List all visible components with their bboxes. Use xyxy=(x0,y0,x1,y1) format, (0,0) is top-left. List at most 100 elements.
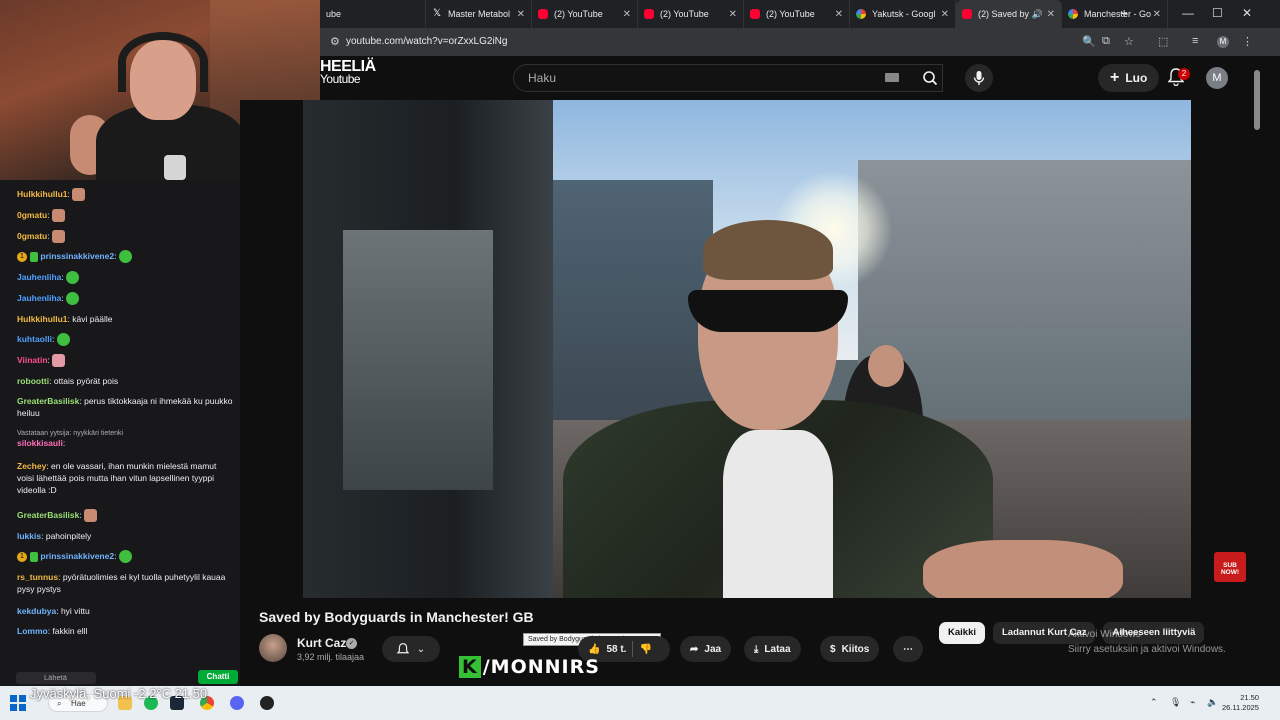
speaker-icon[interactable]: 🔊 xyxy=(1032,9,1043,20)
chat-username[interactable]: Jauhenliha xyxy=(17,272,61,282)
taskbar-clock[interactable]: 21.50 26.11.2025 xyxy=(1222,693,1259,713)
more-actions-button[interactable]: ⋯ xyxy=(893,636,923,662)
maximize-button[interactable]: ☐ xyxy=(1212,6,1223,20)
browser-tab[interactable]: (2) YouTube ✕ xyxy=(638,0,744,28)
chat-username[interactable]: prinssinakkivene2 xyxy=(40,551,114,561)
chat-username[interactable]: Hulkkihullu1 xyxy=(17,314,68,324)
browser-tab[interactable]: Yakutsk - Googl ✕ xyxy=(850,0,956,28)
activation-line1: Aktivoi Windows xyxy=(1068,629,1141,640)
create-button[interactable]: + Luo xyxy=(1098,64,1160,92)
keyboard-icon[interactable] xyxy=(885,73,899,82)
discord-icon[interactable] xyxy=(230,696,244,710)
youtube-icon xyxy=(750,9,760,19)
chat-username[interactable]: robootti xyxy=(17,376,49,386)
chat-message: 1 prinssinakkivene2: xyxy=(17,250,235,264)
site-info-icon[interactable]: ⚙ xyxy=(330,35,340,48)
gift-badge-icon xyxy=(30,551,38,562)
tray-chevron-icon[interactable]: ⌃ xyxy=(1150,697,1158,708)
bookmark-star-icon[interactable]: ☆ xyxy=(1124,35,1134,48)
search-input[interactable] xyxy=(514,65,942,91)
share-button[interactable]: ➦ Jaa xyxy=(680,636,732,662)
channel-avatar[interactable] xyxy=(259,634,287,662)
webcam-cup xyxy=(164,155,186,180)
chat-username[interactable]: Hulkkihullu1 xyxy=(17,189,68,199)
youtube-icon xyxy=(538,9,548,19)
video-shop-window xyxy=(343,230,493,490)
chat-username[interactable]: silokkisauli xyxy=(17,438,63,448)
chat-username[interactable]: lukkis xyxy=(17,531,41,541)
clock-time: 21.50 xyxy=(1240,693,1259,702)
close-icon[interactable]: ✕ xyxy=(835,9,843,20)
page-scrollbar[interactable] xyxy=(1252,56,1262,686)
chat-username[interactable]: rs_tunnus xyxy=(17,572,58,582)
browser-tab[interactable]: Manchester - Go ✕ xyxy=(1062,0,1168,28)
chat-username[interactable]: 0gmatu xyxy=(17,231,47,241)
chat-username[interactable]: Jauhenliha xyxy=(17,293,61,303)
thumbs-down-icon[interactable]: 👎 xyxy=(639,644,651,655)
like-count[interactable]: 58 t. xyxy=(606,644,626,655)
close-icon[interactable]: ✕ xyxy=(623,9,631,20)
minimize-button[interactable]: — xyxy=(1182,6,1194,20)
zoom-icon[interactable]: 🔍 xyxy=(1082,35,1096,48)
url-field[interactable]: youtube.com/watch?v=orZxxLG2iNg xyxy=(346,36,507,47)
chat-send-button[interactable]: Chatti xyxy=(198,670,238,684)
tab-title: (2) YouTube xyxy=(766,9,815,19)
download-button[interactable]: ⤓ Lataa xyxy=(744,636,801,662)
channel-name[interactable]: Kurt Caz xyxy=(297,636,346,650)
chat-username[interactable]: 0gmatu xyxy=(17,210,47,220)
chat-message: lukkis: pahoinpitely xyxy=(17,530,235,542)
chat-input[interactable]: Lähetä xyxy=(16,672,96,684)
browser-tab-active[interactable]: (2) Saved by 🔊 ✕ xyxy=(956,0,1062,28)
install-icon[interactable]: ⧉ xyxy=(1102,35,1110,48)
close-icon[interactable]: ✕ xyxy=(1047,9,1055,20)
chat-message: rs_tunnus: pyörätuolimies ei kyl tuolla … xyxy=(17,571,235,595)
chip-all[interactable]: Kaikki xyxy=(939,622,985,644)
chat-username[interactable]: GreaterBasilisk xyxy=(17,510,79,520)
new-tab-button[interactable]: + xyxy=(1120,5,1128,21)
chat-username[interactable]: Zechey xyxy=(17,461,46,471)
chat-message: kuhtaolli: xyxy=(17,333,235,347)
chat-username[interactable]: kekdubya xyxy=(17,606,56,616)
sub-badge-icon: 1 xyxy=(17,251,27,262)
chat-message: GreaterBasilisk: xyxy=(17,509,235,523)
chat-username[interactable]: prinssinakkivene2 xyxy=(40,251,114,261)
close-window-button[interactable]: ✕ xyxy=(1242,6,1252,20)
account-avatar[interactable]: M xyxy=(1206,67,1228,89)
video-hair xyxy=(703,220,833,280)
chat-username[interactable]: Lommo xyxy=(17,626,48,636)
obs-icon[interactable] xyxy=(260,696,274,710)
youtube-logo[interactable]: HEELIÄ Youtube xyxy=(320,59,376,86)
chat-message: GreaterBasilisk: perus tiktokkaaja ni ih… xyxy=(17,395,235,419)
browser-tab[interactable]: (2) YouTube ✕ xyxy=(532,0,638,28)
extensions-icon[interactable]: ⬚ xyxy=(1158,35,1168,48)
close-icon[interactable]: ✕ xyxy=(729,9,737,20)
close-icon[interactable]: ✕ xyxy=(517,9,525,20)
browser-menu-icon[interactable]: ⋮ xyxy=(1242,35,1253,48)
video-player[interactable] xyxy=(303,100,1191,598)
network-icon[interactable]: ⌁ xyxy=(1190,697,1195,708)
thumbs-up-icon[interactable]: 👍 xyxy=(588,644,600,655)
search-box xyxy=(513,64,943,92)
chat-username[interactable]: Viinatin xyxy=(17,355,48,365)
subscription-bell-button[interactable]: ⌄ xyxy=(382,636,440,662)
video-sunglasses xyxy=(688,290,848,332)
close-icon[interactable]: ✕ xyxy=(941,9,949,20)
media-control-icon[interactable]: ≡ xyxy=(1192,35,1198,47)
voice-search-button[interactable] xyxy=(965,64,993,92)
browser-tab[interactable]: ube xyxy=(320,0,426,28)
start-button[interactable] xyxy=(10,695,26,711)
browser-tab[interactable]: 𝕏 Master Metabol ✕ xyxy=(426,0,532,28)
thanks-button[interactable]: $ Kiitos xyxy=(820,636,880,662)
search-button[interactable] xyxy=(910,64,950,92)
profile-avatar[interactable]: M xyxy=(1217,36,1229,48)
browser-tab[interactable]: (2) YouTube ✕ xyxy=(744,0,850,28)
sub-now-badge[interactable]: SUB NOW! xyxy=(1214,552,1246,582)
scrollbar-thumb[interactable] xyxy=(1254,70,1260,130)
chat-username[interactable]: GreaterBasilisk xyxy=(17,396,79,406)
stream-brand-overlay: K/MONNIRS xyxy=(459,656,600,678)
close-icon[interactable]: ✕ xyxy=(1153,9,1161,20)
volume-icon[interactable]: 🔈 xyxy=(1207,697,1218,708)
microphone-tray-icon[interactable]: 🎙 xyxy=(1170,697,1181,708)
youtube-icon xyxy=(962,9,972,19)
chat-username[interactable]: kuhtaolli xyxy=(17,334,52,344)
